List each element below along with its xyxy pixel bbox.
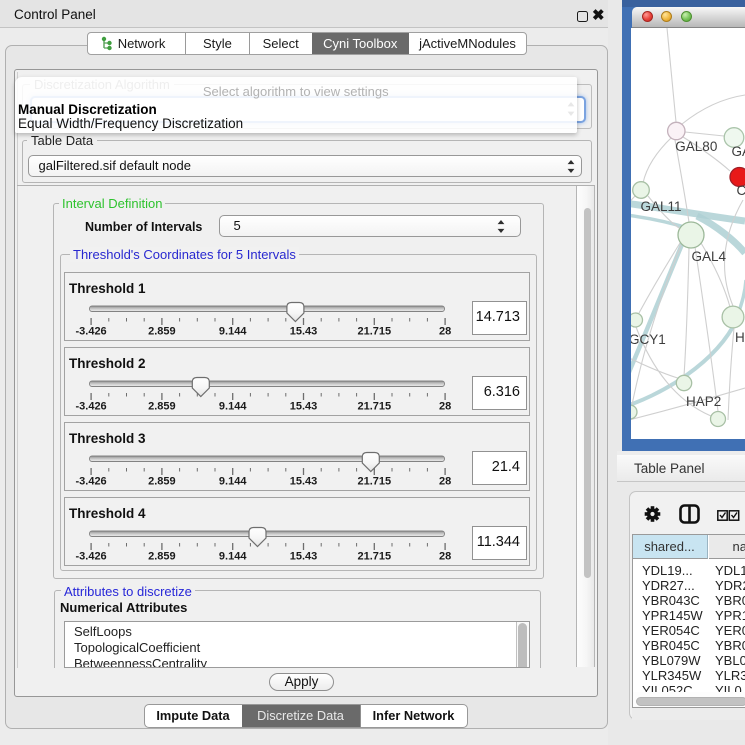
svg-text:28: 28 <box>439 550 451 562</box>
svg-text:Threshold 3: Threshold 3 <box>69 431 146 446</box>
svg-text:9.144: 9.144 <box>219 400 247 412</box>
svg-text:GA: GA <box>732 144 745 159</box>
svg-text:15.43: 15.43 <box>290 325 318 337</box>
svg-text:9.144: 9.144 <box>219 550 247 562</box>
svg-text:CA: CA <box>737 183 745 198</box>
svg-text:H: H <box>735 330 745 345</box>
svg-text:15.43: 15.43 <box>290 400 318 412</box>
svg-text:9.144: 9.144 <box>219 325 247 337</box>
svg-text:-3.426: -3.426 <box>75 400 106 412</box>
svg-text:21.715: 21.715 <box>357 550 391 562</box>
svg-text:2.859: 2.859 <box>148 550 176 562</box>
svg-text:GAL11: GAL11 <box>641 199 682 214</box>
svg-text:2.859: 2.859 <box>148 475 176 487</box>
svg-text:15.43: 15.43 <box>290 475 318 487</box>
svg-text:Threshold 1: Threshold 1 <box>69 281 146 296</box>
svg-text:HAP2: HAP2 <box>686 394 721 409</box>
svg-text:9.144: 9.144 <box>219 475 247 487</box>
svg-text:2.859: 2.859 <box>148 400 176 412</box>
svg-text:GAL80: GAL80 <box>675 139 717 154</box>
svg-text:28: 28 <box>439 475 451 487</box>
svg-text:GCY1: GCY1 <box>629 332 666 347</box>
svg-text:Threshold 4: Threshold 4 <box>69 506 146 521</box>
svg-text:28: 28 <box>439 325 451 337</box>
svg-text:21.715: 21.715 <box>357 400 391 412</box>
svg-text:28: 28 <box>439 400 451 412</box>
svg-text:GAL4: GAL4 <box>692 249 727 264</box>
svg-text:2.859: 2.859 <box>148 325 176 337</box>
svg-text:-3.426: -3.426 <box>75 325 106 337</box>
svg-text:21.715: 21.715 <box>357 325 391 337</box>
svg-text:21.715: 21.715 <box>357 475 391 487</box>
svg-text:-3.426: -3.426 <box>75 550 106 562</box>
svg-text:-3.426: -3.426 <box>75 475 106 487</box>
svg-text:Threshold 2: Threshold 2 <box>69 356 146 371</box>
svg-text:15.43: 15.43 <box>290 550 318 562</box>
